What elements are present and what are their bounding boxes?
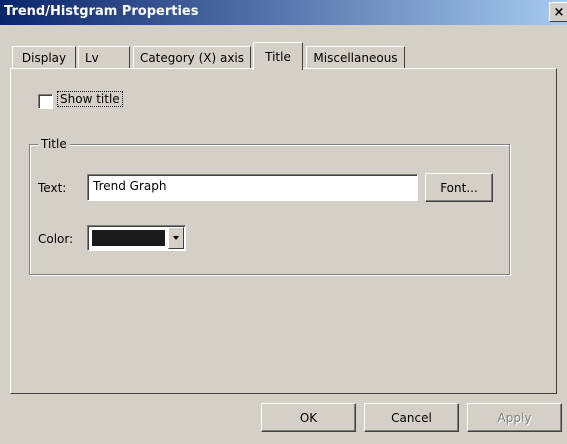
text-label: Text:: [38, 181, 67, 195]
tab-miscellaneous[interactable]: Miscellaneous: [306, 46, 405, 68]
tab-label: Category (X) axis: [139, 50, 245, 65]
color-picker[interactable]: [87, 225, 186, 251]
font-button-label: Font...: [440, 180, 478, 195]
show-title-checkbox[interactable]: [38, 94, 53, 109]
show-title-label[interactable]: Show title: [57, 91, 123, 107]
ok-button-label: OK: [299, 410, 318, 425]
title-text-input[interactable]: Trend Graph: [87, 174, 418, 201]
tab-title[interactable]: Title: [253, 42, 303, 70]
cancel-button[interactable]: Cancel: [364, 403, 459, 432]
tab-label: Miscellaneous: [313, 50, 398, 65]
color-label: Color:: [38, 232, 74, 246]
tab-label: Title: [265, 49, 291, 64]
color-dropdown-button[interactable]: [168, 227, 184, 249]
close-button[interactable]: ×: [549, 2, 567, 22]
tab-lv[interactable]: Lv: [78, 46, 130, 68]
title-groupbox: [29, 144, 510, 275]
tab-display[interactable]: Display: [12, 46, 76, 68]
title-group-label: Title: [38, 137, 70, 151]
apply-button-label: Apply: [497, 410, 532, 425]
tab-label: Lv: [85, 50, 99, 65]
close-icon: ×: [553, 4, 565, 20]
chevron-down-icon: [173, 236, 179, 240]
apply-button[interactable]: Apply: [467, 403, 562, 432]
tab-label: Display: [21, 50, 67, 65]
title-bar: Trend/Histgram Properties ×: [0, 0, 567, 25]
cancel-button-label: Cancel: [391, 410, 432, 425]
tab-category-x-axis[interactable]: Category (X) axis: [133, 46, 251, 68]
font-button[interactable]: Font...: [425, 173, 493, 202]
window-title: Trend/Histgram Properties: [4, 4, 199, 19]
ok-button[interactable]: OK: [261, 403, 356, 432]
color-swatch: [92, 230, 165, 246]
